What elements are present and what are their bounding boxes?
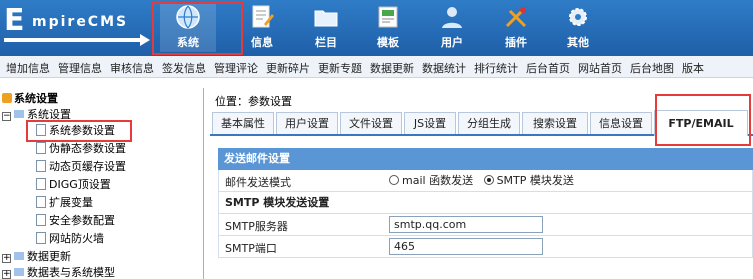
sidebar-item-firewall[interactable]: 网站防火墙 (36, 232, 104, 246)
menu-item[interactable]: 审核信息 (104, 56, 156, 76)
tab-group-gen[interactable]: 分组生成 (458, 112, 520, 134)
smtp-port-input[interactable]: 465 (389, 238, 543, 255)
gear-icon (569, 8, 587, 26)
tree-group-data-tables[interactable]: + 数据表与系统模型 (2, 266, 115, 279)
user-icon (442, 7, 462, 28)
tab-basic[interactable]: 基本属性 (212, 112, 274, 134)
menu-item[interactable]: 网站首页 (572, 56, 624, 76)
document-edit-icon (252, 5, 274, 28)
template-icon (378, 6, 398, 28)
menu-item[interactable]: 签发信息 (156, 56, 208, 76)
menu-item[interactable]: 管理评论 (208, 56, 260, 76)
tree-group-label: 数据更新 (27, 250, 71, 263)
document-icon (36, 178, 46, 190)
nav-tab-label: 用户 (441, 36, 463, 49)
folder-icon (14, 252, 24, 260)
nav-tab-label: 插件 (505, 36, 527, 49)
expand-icon[interactable]: + (2, 254, 11, 263)
highlight-box-ftp-tab (655, 94, 751, 146)
smtp-port-label: SMTP端口 (225, 242, 277, 255)
tab-file[interactable]: 文件设置 (340, 112, 402, 134)
menu-item[interactable]: 排行统计 (468, 56, 520, 76)
sidebar-item-label: 安全参数配置 (49, 214, 115, 227)
smtp-label: SMTP 模块发送 (496, 174, 574, 187)
expand-icon[interactable]: + (2, 270, 11, 279)
nav-tab-label: 模板 (377, 36, 399, 49)
menu-item[interactable]: 后台地图 (624, 56, 676, 76)
menu-item[interactable]: 后台首页 (520, 56, 572, 76)
menu-item[interactable]: 数据更新 (364, 56, 416, 76)
tree-root[interactable]: 系统设置 (2, 90, 58, 106)
tab-search[interactable]: 搜索设置 (522, 112, 588, 134)
mail-mode-row: 邮件发送模式 mail 函数发送 SMTP 模块发送 (218, 170, 753, 192)
tab-user[interactable]: 用户设置 (276, 112, 338, 134)
sidebar-item-cache[interactable]: 动态页缓存设置 (36, 160, 126, 174)
sidebar-item-label: 动态页缓存设置 (49, 160, 126, 173)
menu-item[interactable]: 管理信息 (52, 56, 104, 76)
highlight-box-nav-system (152, 2, 243, 55)
menu-item[interactable]: 数据统计 (416, 56, 468, 76)
quick-menu-bar: 增加信息 管理信息 审核信息 签发信息 管理评论 更新碎片 更新专题 数据更新 数据统计 排行统计… (0, 56, 753, 78)
sidebar-item-label: 网站防火墙 (49, 232, 104, 245)
document-icon (36, 232, 46, 244)
menu-item[interactable]: 更新专题 (312, 56, 364, 76)
sidebar-item-label: 扩展变量 (49, 196, 93, 209)
document-icon (36, 196, 46, 208)
section-title: 发送邮件设置 (218, 148, 753, 170)
menu-item[interactable]: 更新碎片 (260, 56, 312, 76)
folder-icon (314, 10, 338, 27)
smtp-port-row: SMTP端口 465 (218, 236, 753, 258)
sidebar-item-security[interactable]: 安全参数配置 (36, 214, 115, 228)
smtp-server-label: SMTP服务器 (225, 220, 288, 233)
smtp-server-row: SMTP服务器 smtp.qq.com (218, 214, 753, 236)
empirecms-logo[interactable]: E mpireCMS (2, 4, 152, 52)
tools-icon (505, 7, 527, 28)
mail-mode-options: mail 函数发送 SMTP 模块发送 (389, 172, 574, 188)
mail-function-label: mail 函数发送 (402, 174, 474, 187)
sidebar-item-label: DIGG顶设置 (49, 178, 111, 191)
tree-group-data-update[interactable]: + 数据更新 (2, 250, 71, 264)
mail-mode-label: 邮件发送模式 (225, 176, 291, 189)
smtp-radio[interactable] (483, 175, 494, 185)
email-settings-form: 发送邮件设置 邮件发送模式 mail 函数发送 SMTP 模块发送 SMTP 模… (218, 148, 753, 258)
nav-tab-user[interactable]: 用户 (424, 4, 480, 52)
top-header: E mpireCMS 系统 信息 栏目 模板 用户 插件 其他 (0, 0, 753, 56)
sidebar-tree: 系统设置 − 系统设置 系统参数设置 伪静态参数设置 动态页缓存设置 DIGG顶设… (0, 88, 204, 279)
breadcrumb: 位置：参数设置 (215, 95, 292, 108)
logo-stripe (4, 38, 142, 42)
nav-tab-other[interactable]: 其他 (550, 4, 606, 52)
tree-root-label: 系统设置 (14, 92, 58, 105)
mail-function-radio[interactable] (389, 175, 399, 185)
document-icon (36, 142, 46, 154)
sidebar-item-label: 伪静态参数设置 (49, 142, 126, 155)
nav-tab-label: 栏目 (315, 36, 337, 49)
collapse-icon[interactable]: − (2, 112, 11, 121)
document-icon (36, 160, 46, 172)
sidebar-item-ext-vars[interactable]: 扩展变量 (36, 196, 93, 210)
logo-arrow-icon (140, 34, 150, 46)
menu-item[interactable]: 增加信息 (0, 56, 52, 76)
sidebar-item-digg[interactable]: DIGG顶设置 (36, 178, 111, 192)
tab-js[interactable]: JS设置 (404, 112, 456, 134)
nav-tab-label: 其他 (567, 36, 589, 49)
folder-icon (14, 268, 24, 276)
highlight-box-sidebar-item (26, 120, 132, 142)
logo-text: mpireCMS (32, 14, 129, 30)
menu-item[interactable]: 版本 (676, 56, 706, 76)
nav-tab-template[interactable]: 模板 (360, 4, 416, 52)
sidebar-item-rewrite[interactable]: 伪静态参数设置 (36, 142, 126, 156)
nav-tab-plugin[interactable]: 插件 (488, 4, 544, 52)
folder-icon (14, 110, 24, 118)
tab-info[interactable]: 信息设置 (590, 112, 652, 134)
settings-icon (2, 93, 12, 103)
nav-tab-column[interactable]: 栏目 (298, 4, 354, 52)
logo-letter: E (4, 3, 25, 38)
smtp-subheading: SMTP 模块发送设置 (218, 192, 753, 214)
tree-group-label: 数据表与系统模型 (27, 266, 115, 279)
smtp-server-input[interactable]: smtp.qq.com (389, 216, 543, 233)
document-icon (36, 214, 46, 226)
